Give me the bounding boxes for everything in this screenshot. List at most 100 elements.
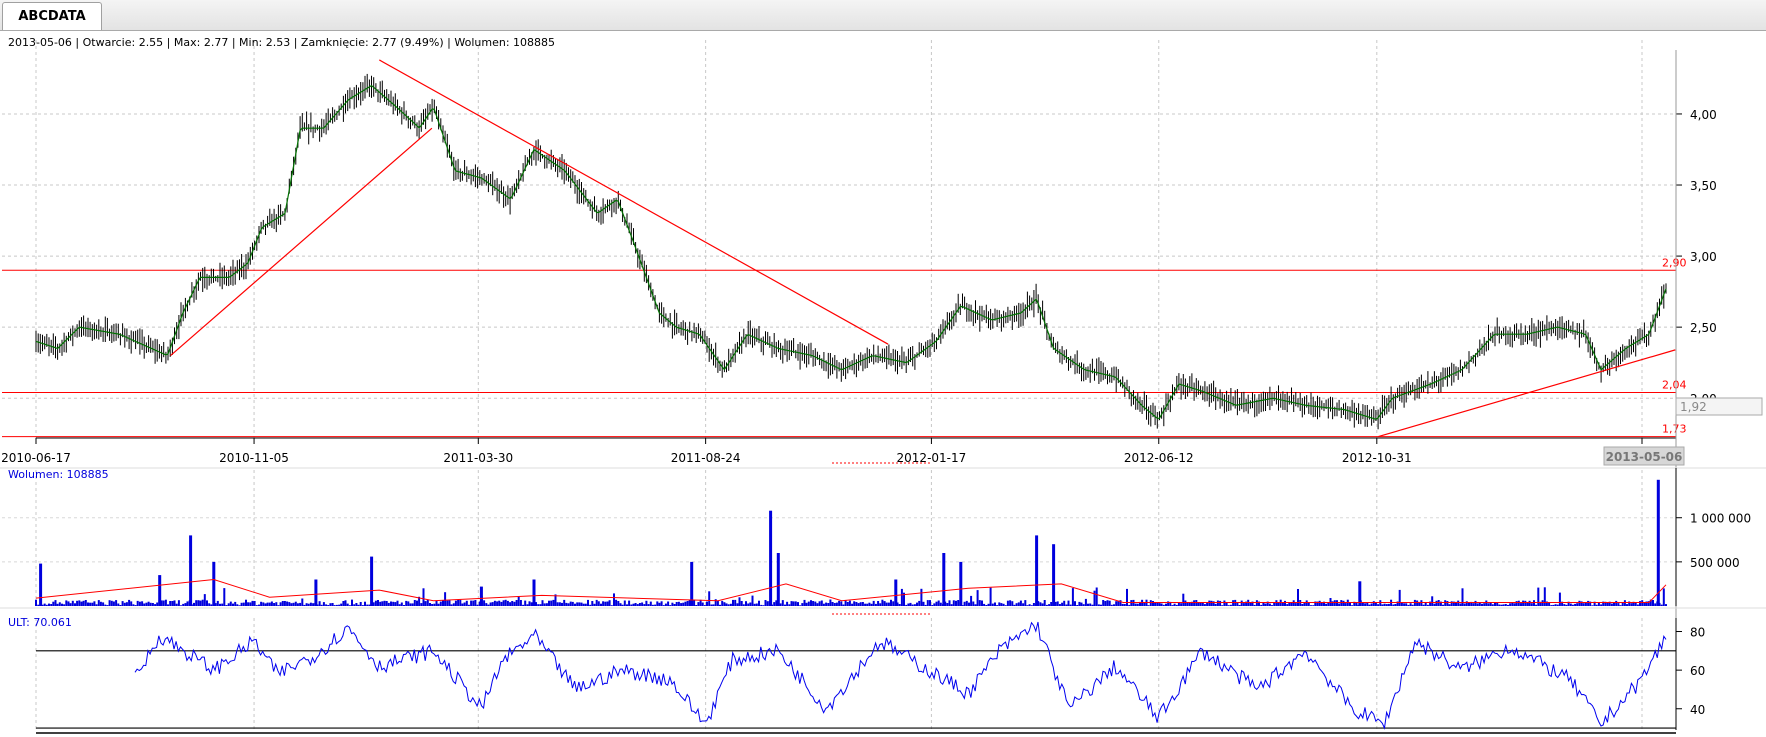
volume-bar bbox=[227, 603, 230, 606]
volume-bar-spike bbox=[1656, 479, 1660, 606]
volume-bar bbox=[403, 605, 405, 606]
volume-bar bbox=[37, 604, 40, 606]
volume-bar bbox=[420, 603, 423, 606]
volume-bar bbox=[626, 604, 628, 606]
volume-bar bbox=[1126, 588, 1128, 606]
volume-bar bbox=[1264, 603, 1267, 606]
volume-bar bbox=[595, 599, 598, 606]
volume-bar bbox=[117, 603, 120, 606]
tab-abcdata[interactable]: ABCDATA bbox=[2, 2, 102, 30]
volume-bar bbox=[1292, 600, 1295, 606]
volume-bar bbox=[1273, 603, 1276, 606]
volume-bar bbox=[600, 603, 602, 606]
level-label: 1,73 bbox=[1662, 423, 1687, 436]
volume-bar bbox=[498, 600, 501, 606]
volume-bar bbox=[474, 600, 477, 606]
volume-bar bbox=[818, 601, 821, 606]
volume-bar bbox=[1498, 604, 1501, 606]
volume-bar bbox=[307, 603, 310, 606]
volume-bar bbox=[296, 603, 299, 606]
volume-bar bbox=[972, 601, 975, 606]
volume-bar bbox=[758, 600, 760, 606]
volume-bar bbox=[1115, 601, 1118, 606]
volume-bar bbox=[1349, 602, 1351, 606]
volume-bar bbox=[253, 601, 256, 606]
volume-bar bbox=[1537, 587, 1540, 606]
volume-bar bbox=[1104, 601, 1107, 606]
volume-bar bbox=[1615, 600, 1618, 606]
volume-bar bbox=[1028, 604, 1031, 606]
volume-bar bbox=[909, 602, 912, 606]
volume-bar bbox=[413, 600, 416, 606]
volume-bar bbox=[1565, 604, 1568, 606]
volume-bar bbox=[931, 605, 934, 606]
stock-chart[interactable]: 2,902,041,73 4,003,503,002,502,00 2010-0… bbox=[0, 30, 1766, 737]
volume-bar bbox=[288, 602, 291, 606]
volume-bar bbox=[816, 603, 819, 606]
volume-bar bbox=[790, 601, 793, 606]
volume-bar bbox=[119, 605, 122, 606]
volume-bar bbox=[794, 601, 797, 606]
volume-bar bbox=[63, 604, 66, 606]
volume-bar bbox=[1550, 605, 1553, 606]
volume-bar bbox=[695, 605, 698, 606]
volume-bar bbox=[1626, 604, 1628, 606]
volume-bar bbox=[1175, 604, 1178, 606]
volume-bar bbox=[1015, 603, 1018, 606]
volume-bar bbox=[65, 600, 68, 606]
volume-bar bbox=[184, 603, 187, 606]
volume-bar bbox=[1030, 605, 1033, 606]
volume-bar bbox=[123, 602, 126, 606]
volume-bar bbox=[842, 604, 845, 606]
volume-bar bbox=[266, 602, 269, 606]
volume-bar bbox=[1342, 600, 1345, 606]
volume-bar bbox=[1158, 603, 1161, 606]
volume-bar bbox=[1082, 604, 1085, 606]
volume-bar bbox=[569, 601, 572, 606]
volume-bar bbox=[641, 602, 644, 606]
volume-bar bbox=[1368, 604, 1371, 606]
volume-bar bbox=[734, 599, 737, 606]
volume-bar bbox=[608, 600, 611, 606]
volume-bar bbox=[1097, 604, 1100, 606]
volume-bar bbox=[1004, 605, 1007, 606]
volume-bar bbox=[881, 599, 884, 606]
oscillator-panel: 80 60 40 ULT: 70.061 bbox=[0, 607, 1766, 734]
volume-bar bbox=[506, 600, 509, 606]
volume-bar bbox=[788, 604, 791, 606]
volume-bar bbox=[1221, 605, 1224, 606]
volume-bar bbox=[955, 600, 957, 606]
volume-bar bbox=[149, 602, 152, 606]
volume-bar bbox=[335, 604, 338, 606]
volume-bar bbox=[1630, 603, 1633, 606]
volume-bar bbox=[1271, 605, 1273, 606]
volume-bar bbox=[571, 601, 574, 606]
volume-bar bbox=[1576, 603, 1579, 606]
volume-bar bbox=[364, 601, 366, 606]
volume-bar bbox=[446, 600, 449, 606]
volume-bar bbox=[952, 600, 955, 606]
volume-bar bbox=[247, 602, 250, 606]
volume-bar bbox=[110, 600, 113, 606]
volume-bar bbox=[1284, 600, 1286, 606]
volume-bar bbox=[623, 600, 626, 606]
volume-bar bbox=[1165, 603, 1167, 606]
volume-bar bbox=[1152, 601, 1154, 606]
volume-bar-spike bbox=[212, 561, 216, 606]
volume-bar bbox=[329, 603, 332, 606]
volume-bar bbox=[682, 602, 685, 606]
volume-bar bbox=[617, 601, 620, 606]
volume-bar-spike bbox=[1035, 535, 1039, 606]
volume-bar bbox=[381, 601, 384, 606]
volume-bar bbox=[810, 600, 812, 606]
volume-bar bbox=[981, 600, 983, 606]
volume-bar bbox=[844, 600, 847, 606]
price-panel: 2,902,041,73 4,003,503,002,502,00 2010-0… bbox=[1, 36, 1763, 730]
volume-bar bbox=[338, 604, 341, 606]
volume-bar bbox=[537, 604, 540, 606]
volume-bar bbox=[379, 601, 382, 606]
volume-bar bbox=[1407, 604, 1410, 606]
volume-bar bbox=[394, 602, 397, 606]
volume-bar bbox=[526, 604, 529, 606]
volume-bar bbox=[1022, 603, 1025, 606]
